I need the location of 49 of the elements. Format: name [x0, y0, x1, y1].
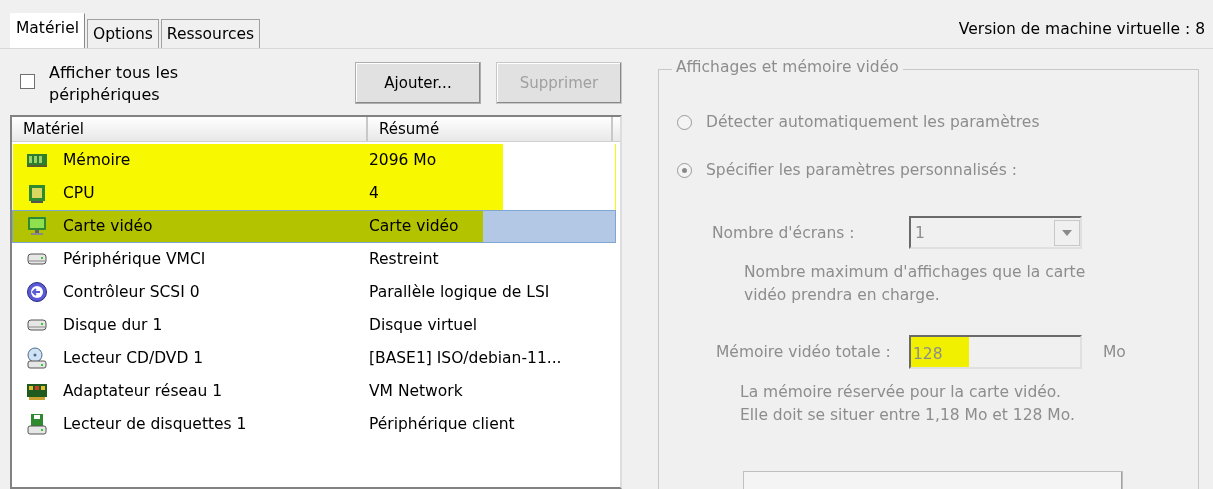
arrow-circle-icon: [26, 281, 48, 304]
processor-icon: [26, 182, 48, 205]
version-label: Version de machine virtuelle : 8: [958, 20, 1205, 40]
checkbox[interactable]: [20, 74, 35, 89]
list-row[interactable]: Contrôleur SCSI 0 Parallèle logique de LSI: [12, 275, 616, 309]
field-label: Mémoire vidéo totale :: [715, 343, 892, 361]
device-summary: 2096 Mo: [369, 151, 437, 170]
column-header[interactable]: Résumé: [368, 116, 613, 141]
device-summary: Restreint: [369, 250, 439, 269]
list-row[interactable]: Disque dur 1 Disque virtuel: [12, 308, 616, 342]
device-summary: Périphérique client: [369, 415, 515, 434]
group-title: Affichages et mémoire vidéo: [672, 58, 903, 76]
tab[interactable]: Options: [87, 19, 159, 48]
checkbox-label: Afficher tous les périphériques: [49, 62, 180, 106]
list-row[interactable]: CPU 4: [12, 176, 616, 210]
device-summary: Parallèle logique de LSI: [369, 283, 550, 302]
device-name: Périphérique VMCI: [63, 250, 207, 269]
field-label: Nombre d'écrans :: [711, 223, 856, 242]
radio-label: Spécifier les paramètres personnalisés :: [706, 161, 1017, 179]
device-summary: VM Network: [369, 382, 463, 401]
device-summary: 4: [369, 184, 379, 203]
device-summary: Disque virtuel: [369, 316, 478, 335]
device-summary: [BASE1] ISO/debian-11...: [369, 349, 562, 368]
list-row[interactable]: Carte vidéo Carte vidéo: [12, 209, 616, 243]
device-name: Mémoire: [63, 151, 132, 170]
list-row[interactable]: Mémoire 2096 Mo: [12, 143, 616, 177]
help-text: Nombre maximum d'affichages que la carte vidéo prendra en charge.: [744, 262, 1087, 306]
device-name: Carte vidéo: [63, 217, 154, 236]
list-row[interactable]: Périphérique VMCI Restreint: [12, 242, 616, 276]
tab[interactable]: Ressources: [160, 19, 261, 48]
list-row[interactable]: Lecteur de disquettes 1 Périphérique client: [12, 407, 616, 441]
radio-label: Détecter automatiquement les paramètres: [706, 113, 1040, 131]
list-row[interactable]: Adaptateur réseau 1 VM Network: [12, 374, 616, 408]
device-summary: Carte vidéo: [369, 217, 459, 236]
dialog-button[interactable]: Ajouter...: [355, 62, 481, 104]
floppy-drive-icon: [26, 413, 48, 436]
monitor-icon: [26, 215, 48, 238]
device-name: Adaptateur réseau 1: [63, 382, 224, 401]
tab[interactable]: Matériel: [10, 13, 85, 48]
device-name: Lecteur de disquettes 1: [63, 415, 248, 434]
unit-label: Mo: [1103, 343, 1126, 361]
device-name: Lecteur CD/DVD 1: [63, 349, 205, 368]
column-header[interactable]: Matériel: [12, 116, 368, 141]
device-name: Disque dur 1: [63, 316, 164, 335]
list-row[interactable]: Lecteur CD/DVD 1 [BASE1] ISO/debian-11...: [12, 341, 616, 375]
device-name: Contrôleur SCSI 0: [63, 283, 201, 302]
help-text: La mémoire réservée pour la carte vidéo. Elle doit se situer entre 1,18 Mo et 128 Mo.: [740, 382, 1076, 426]
disc-drive-icon: [26, 347, 48, 370]
device-name: CPU: [63, 184, 96, 203]
